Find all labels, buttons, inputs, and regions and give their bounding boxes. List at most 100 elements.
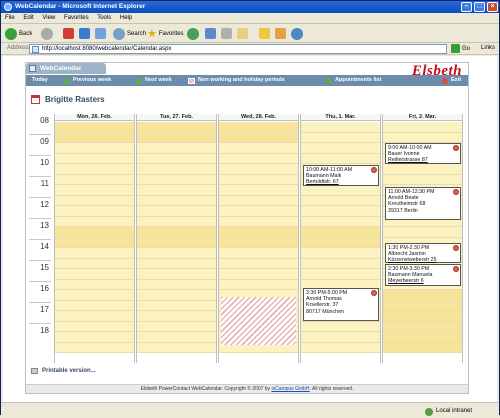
nav-appointments-list[interactable]: Appointments list	[326, 75, 381, 86]
stop-button[interactable]	[63, 27, 74, 40]
time-slot[interactable]	[383, 132, 462, 143]
time-slot[interactable]	[55, 227, 134, 238]
time-slot[interactable]	[301, 153, 380, 164]
time-slot[interactable]	[137, 258, 216, 269]
forward-button[interactable]	[41, 27, 55, 40]
time-slot[interactable]	[137, 153, 216, 164]
time-slot[interactable]	[137, 290, 216, 301]
discuss-button[interactable]	[275, 27, 286, 40]
day-column-tue[interactable]: Tue, 27. Feb.	[136, 114, 217, 363]
time-slot[interactable]	[301, 216, 380, 227]
time-slot[interactable]	[301, 342, 380, 353]
time-slot[interactable]	[55, 311, 134, 322]
time-slot[interactable]	[219, 206, 298, 217]
search-button[interactable]: Search	[113, 27, 146, 40]
time-slot[interactable]	[301, 269, 380, 280]
nav-exit[interactable]: Exit	[442, 75, 461, 86]
time-slot[interactable]	[219, 237, 298, 248]
time-slot[interactable]	[137, 332, 216, 343]
messenger-button[interactable]	[291, 27, 305, 40]
links-button[interactable]: Links	[481, 45, 495, 51]
time-slot[interactable]	[301, 132, 380, 143]
appointment-card[interactable]: 1:30 PM-2:30 PM Albrecht Jasmin Kürzenst…	[385, 243, 461, 263]
time-slot[interactable]	[301, 237, 380, 248]
time-slot[interactable]	[137, 342, 216, 353]
minimize-button[interactable]: –	[461, 2, 472, 12]
time-slot[interactable]	[383, 290, 462, 301]
time-slot[interactable]	[219, 248, 298, 259]
time-slot[interactable]	[55, 300, 134, 311]
time-slot[interactable]	[55, 279, 134, 290]
time-slot[interactable]	[55, 332, 134, 343]
delete-icon[interactable]	[453, 245, 459, 251]
media-button[interactable]	[187, 27, 201, 40]
time-slot[interactable]	[219, 174, 298, 185]
time-slot[interactable]	[55, 174, 134, 185]
address-input[interactable]: http://localhost:8080/webcalendar/Calend…	[29, 44, 447, 54]
time-slot[interactable]	[219, 132, 298, 143]
favorites-button[interactable]: ★ Favorites	[147, 27, 184, 40]
time-slot[interactable]	[219, 269, 298, 280]
day-column-thu[interactable]: Thu, 1. Mar. 10:00 AM-11:00 AM Baumann M…	[300, 114, 381, 363]
day-column-wed[interactable]: Wed, 28. Feb.	[218, 114, 299, 363]
time-slot[interactable]	[383, 164, 462, 175]
time-slot[interactable]	[55, 258, 134, 269]
time-slot[interactable]	[219, 216, 298, 227]
time-slot[interactable]	[137, 227, 216, 238]
time-slot[interactable]	[55, 153, 134, 164]
time-slot[interactable]	[301, 143, 380, 154]
menu-view[interactable]: View	[42, 15, 55, 21]
time-slot[interactable]	[55, 185, 134, 196]
back-button[interactable]: Back	[5, 27, 32, 40]
time-slot[interactable]	[219, 227, 298, 238]
time-slot[interactable]	[55, 237, 134, 248]
time-slot[interactable]	[137, 269, 216, 280]
time-slot[interactable]	[55, 290, 134, 301]
company-link[interactable]: isCampus GmbH	[271, 386, 309, 392]
time-slot[interactable]	[137, 164, 216, 175]
time-slot[interactable]	[219, 164, 298, 175]
delete-icon[interactable]	[453, 145, 459, 151]
time-slot[interactable]	[383, 342, 462, 353]
menu-edit[interactable]: Edit	[23, 15, 33, 21]
time-slot[interactable]	[55, 122, 134, 133]
time-slot[interactable]	[55, 164, 134, 175]
time-slot[interactable]	[301, 258, 380, 269]
delete-icon[interactable]	[371, 167, 377, 173]
time-slot[interactable]	[301, 227, 380, 238]
time-slot[interactable]	[137, 206, 216, 217]
nav-next-week[interactable]: Next week	[136, 75, 172, 86]
time-slot[interactable]	[219, 185, 298, 196]
appointment-card[interactable]: 9:00 AM-10:00 AM Bauer Ivonne Reitlerstr…	[385, 143, 461, 164]
time-slot[interactable]	[219, 195, 298, 206]
delete-icon[interactable]	[371, 290, 377, 296]
appointment-card[interactable]: 11:00 AM-12:30 PM Arnold Beate Kreutheim…	[385, 187, 461, 220]
time-slot[interactable]	[383, 174, 462, 185]
appointment-card[interactable]: 10:00 AM-11:00 AM Baumann Maik Bertoldts…	[303, 165, 379, 186]
menu-help[interactable]: Help	[120, 15, 132, 21]
nav-previous-week[interactable]: Previous week	[64, 75, 111, 86]
time-slot[interactable]	[55, 132, 134, 143]
time-slot[interactable]	[301, 206, 380, 217]
appointment-card[interactable]: 2:30 PM-3:30 PM Baumann Manuela Meyerbee…	[385, 264, 461, 286]
time-slot[interactable]	[301, 195, 380, 206]
time-slot[interactable]	[137, 195, 216, 206]
close-button[interactable]: ×	[487, 2, 498, 12]
mail-button[interactable]	[237, 27, 248, 40]
time-slot[interactable]	[383, 122, 462, 133]
time-slot[interactable]	[301, 185, 380, 196]
time-slot[interactable]	[383, 332, 462, 343]
day-column-mon[interactable]: Mon, 26. Feb.	[54, 114, 135, 363]
time-slot[interactable]	[137, 132, 216, 143]
time-slot[interactable]	[55, 195, 134, 206]
time-slot[interactable]	[137, 174, 216, 185]
menu-tools[interactable]: Tools	[97, 15, 111, 21]
time-slot[interactable]	[137, 248, 216, 259]
print-button[interactable]	[221, 27, 232, 40]
time-slot[interactable]	[137, 143, 216, 154]
time-slot[interactable]	[137, 237, 216, 248]
time-slot[interactable]	[219, 122, 298, 133]
go-button[interactable]: Go	[451, 44, 470, 53]
time-slot[interactable]	[301, 332, 380, 343]
time-slot[interactable]	[219, 279, 298, 290]
